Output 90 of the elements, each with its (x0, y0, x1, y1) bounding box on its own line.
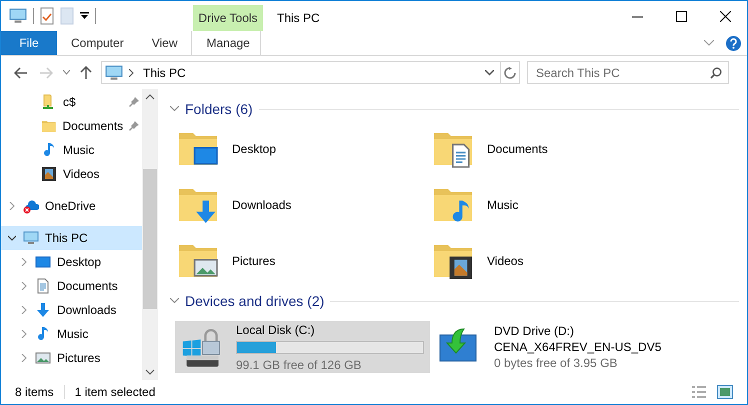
scrollbar-thumb[interactable] (143, 169, 157, 309)
cloud-icon (23, 198, 39, 214)
collapsed-chevron-icon[interactable] (20, 354, 28, 362)
sidebar-item[interactable]: Documents (1, 274, 142, 298)
folder-item[interactable]: Videos (430, 233, 685, 289)
scrollbar[interactable] (142, 89, 158, 380)
sidebar-item[interactable]: OneDrive (1, 194, 142, 218)
details-view-icon[interactable] (691, 385, 707, 399)
ribbon-tab[interactable]: View (138, 31, 192, 55)
sidebar-item[interactable]: Documents (1, 114, 142, 138)
sidebar-label: Desktop (57, 254, 102, 271)
collapsed-chevron-icon[interactable] (8, 202, 16, 210)
music-note-icon (41, 142, 57, 158)
folder-label: Downloads (232, 197, 292, 214)
collapsed-chevron-icon[interactable] (20, 306, 28, 314)
folder-label: Videos (487, 253, 524, 270)
folder-label: Desktop (232, 141, 276, 158)
address-bar[interactable]: This PC (101, 61, 520, 84)
free-space-text: 99.1 GB free of 126 GB (236, 356, 362, 372)
collapsed-chevron-icon[interactable] (20, 258, 28, 266)
free-space-text: 0 bytes free of 3.95 GB (494, 355, 618, 371)
window-title: This PC (276, 10, 321, 27)
folder-item[interactable]: Documents (430, 121, 685, 177)
picture-icon (35, 350, 51, 366)
down-arrow-icon (35, 302, 51, 318)
desktop-icon (35, 254, 51, 270)
ribbon-tab[interactable]: Manage (191, 31, 262, 55)
sidebar-label: OneDrive (45, 198, 96, 215)
drive-name: Local Disk (C:) (236, 322, 316, 338)
selection-count: 1 item selected (74, 384, 156, 401)
sidebar-label: Music (63, 142, 94, 159)
music-note-icon (35, 326, 51, 342)
sidebar-label: This PC (45, 230, 88, 247)
refresh-icon[interactable] (504, 66, 516, 78)
folder-item[interactable]: Downloads (175, 177, 430, 233)
item-count: 8 items (15, 384, 54, 401)
sidebar-item[interactable]: Desktop (1, 250, 142, 274)
chevron-down-icon[interactable] (485, 70, 494, 76)
address-path: This PC (143, 64, 187, 82)
dropdown-icon[interactable] (80, 12, 89, 20)
collapsed-chevron-icon[interactable] (20, 282, 28, 290)
drive-item[interactable]: DVD Drive (D:) CENA_X64FREV_EN-US_DV5 0 bytes free of 3.95 GB (430, 321, 685, 373)
sidebar-label: Documents (62, 118, 124, 135)
sidebar-label: Downloads (57, 302, 116, 319)
group-header[interactable]: Folders (6) (185, 98, 253, 120)
sidebar-label: Videos (63, 166, 100, 183)
folder-item[interactable]: Music (430, 177, 685, 233)
ribbon-tab[interactable]: File (1, 31, 57, 55)
film-icon (41, 166, 57, 182)
help-icon[interactable] (726, 36, 741, 50)
back-arrow-icon (14, 66, 26, 78)
sidebar-label: c$ (63, 94, 76, 111)
sidebar-item[interactable]: Pictures (1, 346, 142, 370)
up-arrow-icon (80, 66, 92, 79)
collapsed-chevron-icon[interactable] (20, 330, 28, 338)
folder-icon (40, 118, 56, 134)
close-icon[interactable] (720, 10, 730, 22)
context-tab-group: Drive Tools (193, 5, 263, 31)
forward-arrow-icon (40, 66, 52, 78)
sidebar-label: Documents (57, 278, 118, 295)
checklist-icon[interactable] (40, 7, 54, 25)
folder-label: Music (487, 197, 518, 214)
search-box[interactable]: Search This PC (527, 61, 729, 84)
folder-item[interactable]: Desktop (175, 121, 430, 177)
search-icon[interactable] (710, 66, 722, 78)
computer-icon (105, 64, 123, 82)
folder-label: Documents (487, 141, 548, 158)
sidebar-item[interactable]: Videos (1, 162, 142, 186)
document-icon (35, 278, 51, 294)
folder-label: Pictures (232, 253, 276, 270)
maximize-icon[interactable] (676, 10, 686, 22)
ribbon-tab[interactable]: Computer (57, 31, 138, 55)
sidebar-label: Music (57, 326, 88, 343)
computer-icon (23, 230, 39, 246)
sidebar-item[interactable]: This PC (1, 226, 142, 250)
chevron-down-icon (62, 70, 70, 75)
group-header[interactable]: Devices and drives (2) (185, 290, 324, 312)
sidebar-item[interactable]: Downloads (1, 298, 142, 322)
sidebar-item[interactable]: c$ (1, 90, 142, 114)
sidebar-item[interactable]: Music (1, 138, 142, 162)
sidebar-label: Pictures (57, 350, 100, 367)
folder-item[interactable]: Pictures (175, 233, 430, 289)
sidebar-item[interactable]: Music (1, 322, 142, 346)
drive-name: DVD Drive (D:) (494, 323, 575, 339)
volume-label: CENA_X64FREV_EN-US_DV5 (494, 339, 662, 355)
breadcrumb-chevron-icon (129, 68, 134, 76)
drive-item[interactable]: Local Disk (C:) 99.1 GB free of 126 GB (175, 321, 430, 373)
expanded-chevron-icon[interactable] (8, 234, 16, 242)
computer-icon (9, 7, 27, 25)
large-icons-view-icon[interactable] (717, 385, 733, 399)
